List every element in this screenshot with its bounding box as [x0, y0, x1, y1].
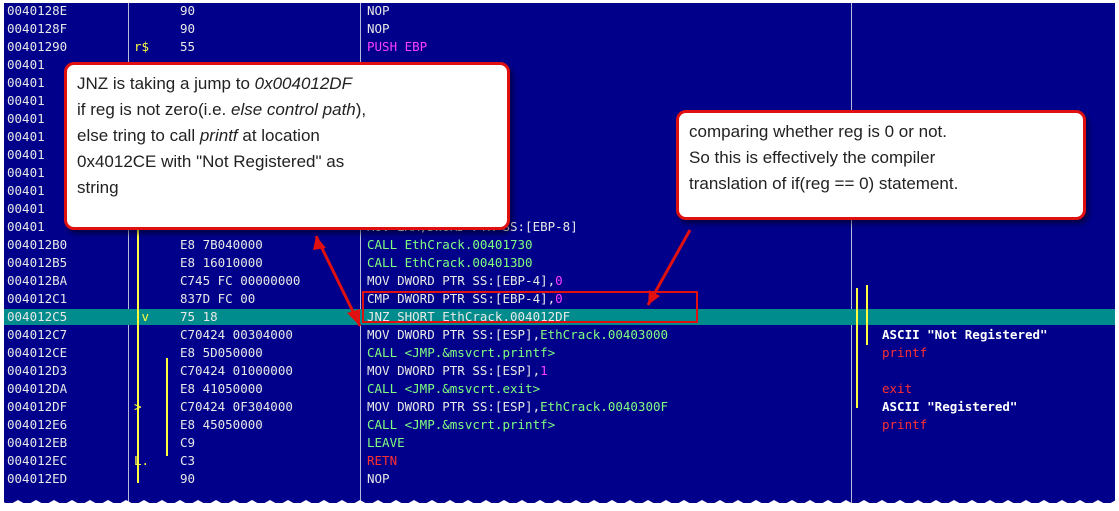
jnz-arrow-tail	[313, 236, 326, 250]
callout-text: comparing whether reg is 0 or not.	[689, 122, 947, 141]
jnz-arrowhead	[347, 309, 360, 326]
callout-text: 0x004012DF	[254, 74, 352, 93]
callout-text: string	[77, 178, 119, 197]
callout-text: if reg is not zero(i.e.	[77, 100, 232, 119]
callout-text: ),	[355, 100, 367, 119]
callout-text: translation of if(reg == 0) statement.	[689, 174, 959, 193]
callout-text: else control path	[231, 100, 356, 119]
callout-text: 0x4012CE with "Not Registered" as	[77, 152, 345, 171]
callout-text: at location	[237, 126, 320, 145]
cmp-callout: comparing whether reg is 0 or not. So th…	[676, 110, 1086, 220]
torn-edge-shape	[0, 500, 1119, 511]
callout-text: So this is effectively the compiler	[689, 148, 936, 167]
torn-edge	[0, 500, 1119, 511]
callout-text: printf	[199, 126, 238, 145]
callout-text: JNZ is taking a jump to	[77, 74, 255, 93]
jnz-callout: JNZ is taking a jump to 0x004012DF if re…	[64, 62, 510, 230]
callout-text: else tring to call	[77, 126, 200, 145]
